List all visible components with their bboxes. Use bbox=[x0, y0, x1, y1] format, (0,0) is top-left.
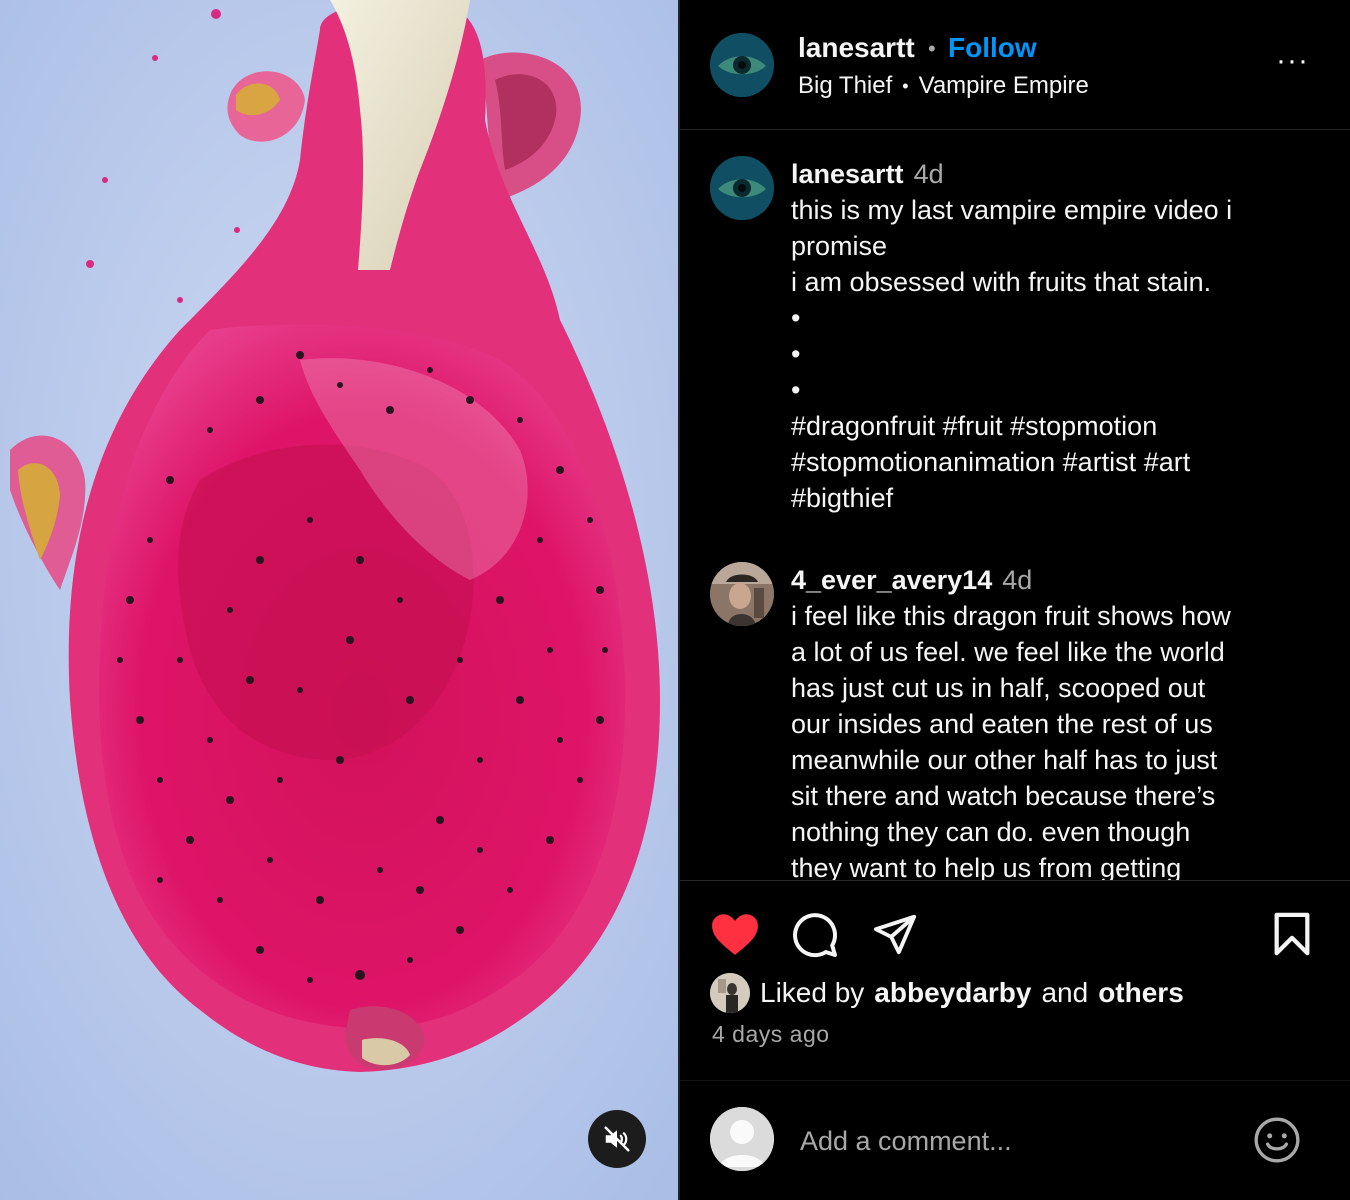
post-detail-panel: lanesartt • Follow Big Thief • Vampire E… bbox=[680, 0, 1350, 1200]
likes-prefix: Liked by bbox=[760, 977, 865, 1008]
audio-separator: • bbox=[902, 75, 909, 96]
author-username[interactable]: lanesartt bbox=[798, 32, 915, 64]
profile-photo bbox=[710, 973, 750, 1013]
heart-filled-icon bbox=[712, 914, 758, 955]
like-button[interactable] bbox=[710, 911, 760, 962]
liker-avatar[interactable] bbox=[710, 973, 750, 1013]
paper-plane-icon bbox=[873, 914, 917, 955]
current-user-avatar bbox=[710, 1107, 774, 1171]
header-separator: • bbox=[928, 36, 936, 61]
caption-line: • bbox=[791, 375, 801, 405]
caption-line: i am obsessed with fruits that stain. bbox=[791, 267, 1212, 297]
follow-button[interactable]: Follow bbox=[948, 32, 1037, 64]
profile-photo bbox=[710, 562, 774, 626]
bookmark-icon bbox=[1274, 912, 1310, 956]
speaker-muted-icon bbox=[604, 1126, 630, 1152]
comments-list[interactable]: lanesartt 4d this is my last vampire empi… bbox=[680, 130, 1350, 880]
author-avatar[interactable] bbox=[710, 33, 774, 97]
comment-line: our insides and eaten the rest of us bbox=[791, 709, 1213, 739]
comment-line: nothing they can do. even though bbox=[791, 817, 1191, 847]
caption-line: this is my last vampire empire video i bbox=[791, 195, 1233, 225]
audio-song[interactable]: Vampire Empire bbox=[919, 72, 1089, 100]
caption-avatar[interactable] bbox=[710, 156, 774, 220]
caption-body: lanesartt 4d this is my last vampire empi… bbox=[791, 156, 1291, 516]
hashtag-line[interactable]: #dragonfruit #fruit #stopmotion bbox=[791, 408, 1291, 444]
post-header: lanesartt • Follow Big Thief • Vampire E… bbox=[680, 0, 1350, 130]
comment-line: i feel like this dragon fruit shows how bbox=[791, 601, 1231, 631]
commenter-username[interactable]: 4_ever_avery14 bbox=[791, 565, 992, 595]
likes-summary[interactable]: Liked by abbeydarby and others bbox=[710, 973, 1184, 1013]
hashtag-line[interactable]: #stopmotionanimation #artist #art bbox=[791, 444, 1291, 480]
comment-line: they want to help us from getting bbox=[791, 853, 1182, 880]
comment-button[interactable] bbox=[791, 911, 839, 964]
post-video[interactable] bbox=[0, 0, 678, 1200]
comment-bubble-icon bbox=[793, 913, 838, 958]
mute-toggle-button[interactable] bbox=[588, 1110, 646, 1168]
emoji-picker-button[interactable] bbox=[1252, 1115, 1302, 1170]
smiley-icon bbox=[1254, 1117, 1300, 1163]
comment-line: meanwhile our other half has to just bbox=[791, 745, 1218, 775]
comment-line: sit there and watch because there’s bbox=[791, 781, 1216, 811]
likes-others-link[interactable]: others bbox=[1098, 977, 1184, 1009]
comment-body: 4_ever_avery14 4d i feel like this dragon… bbox=[791, 562, 1291, 880]
liker-username[interactable]: abbeydarby bbox=[874, 977, 1031, 1009]
eye-image bbox=[710, 33, 774, 97]
audio-artist[interactable]: Big Thief bbox=[798, 72, 892, 100]
comment-time: 4d bbox=[1002, 565, 1033, 595]
share-button[interactable] bbox=[872, 911, 918, 962]
comment-line: has just cut us in half, scooped out bbox=[791, 673, 1206, 703]
more-options-button[interactable]: ··· bbox=[1276, 46, 1309, 76]
default-avatar-icon bbox=[710, 1107, 774, 1171]
comment-input[interactable] bbox=[800, 1119, 1220, 1163]
comment-line: a lot of us feel. we feel like the world bbox=[791, 637, 1225, 667]
caption-line: • bbox=[791, 339, 801, 369]
commenter-avatar[interactable] bbox=[710, 562, 774, 626]
action-bar: Liked by abbeydarby and others 4 days ag… bbox=[680, 880, 1350, 1080]
eye-image bbox=[710, 156, 774, 220]
post-timestamp: 4 days ago bbox=[712, 1021, 830, 1047]
comment-composer bbox=[680, 1080, 1350, 1200]
dragon-fruit-image bbox=[0, 0, 678, 1200]
caption-line: • bbox=[791, 303, 801, 333]
hashtag-line[interactable]: #bigthief bbox=[791, 480, 1291, 516]
likes-conjunction: and bbox=[1041, 977, 1089, 1008]
caption-line: promise bbox=[791, 231, 888, 261]
save-button[interactable] bbox=[1272, 911, 1312, 962]
audio-attribution[interactable]: Big Thief • Vampire Empire bbox=[798, 72, 1089, 100]
caption-time: 4d bbox=[913, 159, 944, 189]
caption-username[interactable]: lanesartt bbox=[791, 159, 904, 189]
